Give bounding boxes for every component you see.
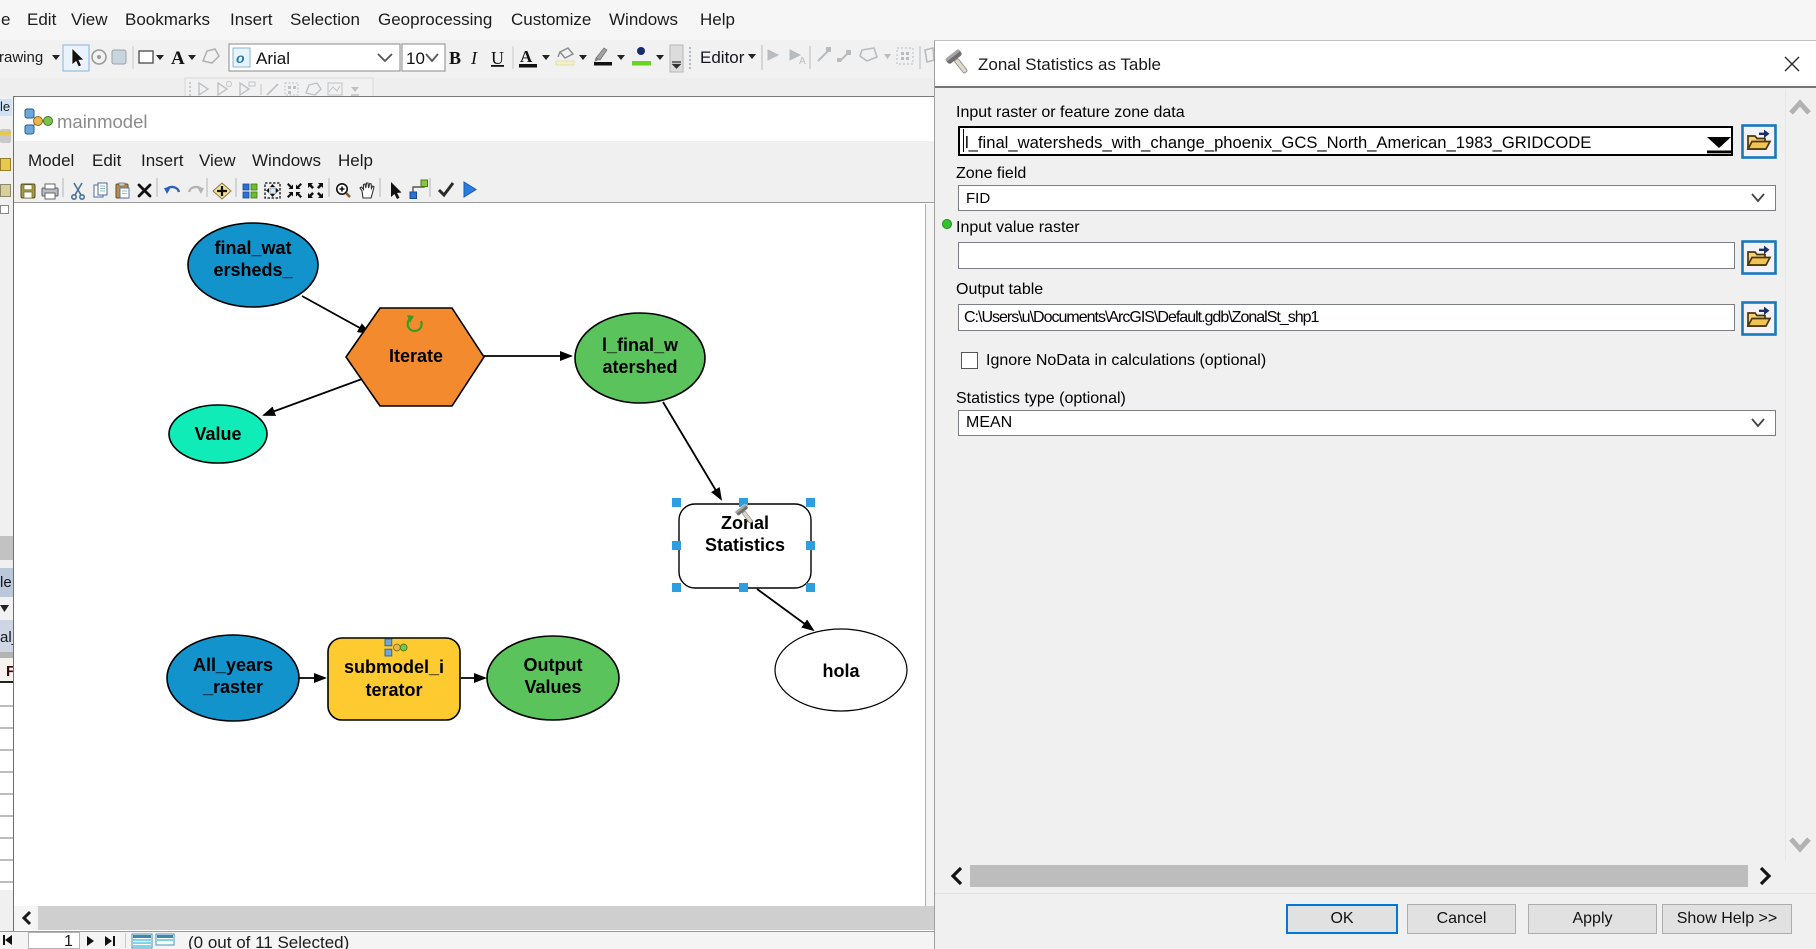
svg-text:A: A — [520, 47, 533, 66]
svg-text:Statistics: Statistics — [705, 535, 785, 555]
svg-text:_raster: _raster — [202, 677, 263, 697]
svg-text:ersheds_: ersheds_ — [213, 260, 293, 280]
svg-text:atershed: atershed — [602, 357, 677, 377]
svg-text:Editor: Editor — [700, 48, 745, 67]
svg-text:submodel_i: submodel_i — [344, 657, 444, 677]
svg-text:U: U — [491, 48, 504, 68]
svg-text:All_years: All_years — [193, 655, 273, 675]
svg-text:A: A — [799, 56, 806, 67]
svg-text:hola: hola — [822, 661, 860, 681]
svg-text:I: I — [470, 48, 478, 68]
svg-text:Iterate: Iterate — [389, 346, 443, 366]
svg-text:o: o — [236, 50, 245, 66]
svg-text:Output: Output — [524, 655, 583, 675]
svg-text:final_wat: final_wat — [214, 238, 291, 258]
svg-text:Value: Value — [194, 424, 241, 444]
svg-text:terator: terator — [365, 680, 422, 700]
svg-text:B: B — [449, 48, 461, 68]
svg-text:Arial: Arial — [256, 49, 290, 68]
svg-text:l_final_w: l_final_w — [602, 335, 679, 355]
svg-text:A: A — [171, 48, 185, 69]
svg-text:Values: Values — [524, 677, 581, 697]
svg-text:10: 10 — [406, 49, 425, 68]
